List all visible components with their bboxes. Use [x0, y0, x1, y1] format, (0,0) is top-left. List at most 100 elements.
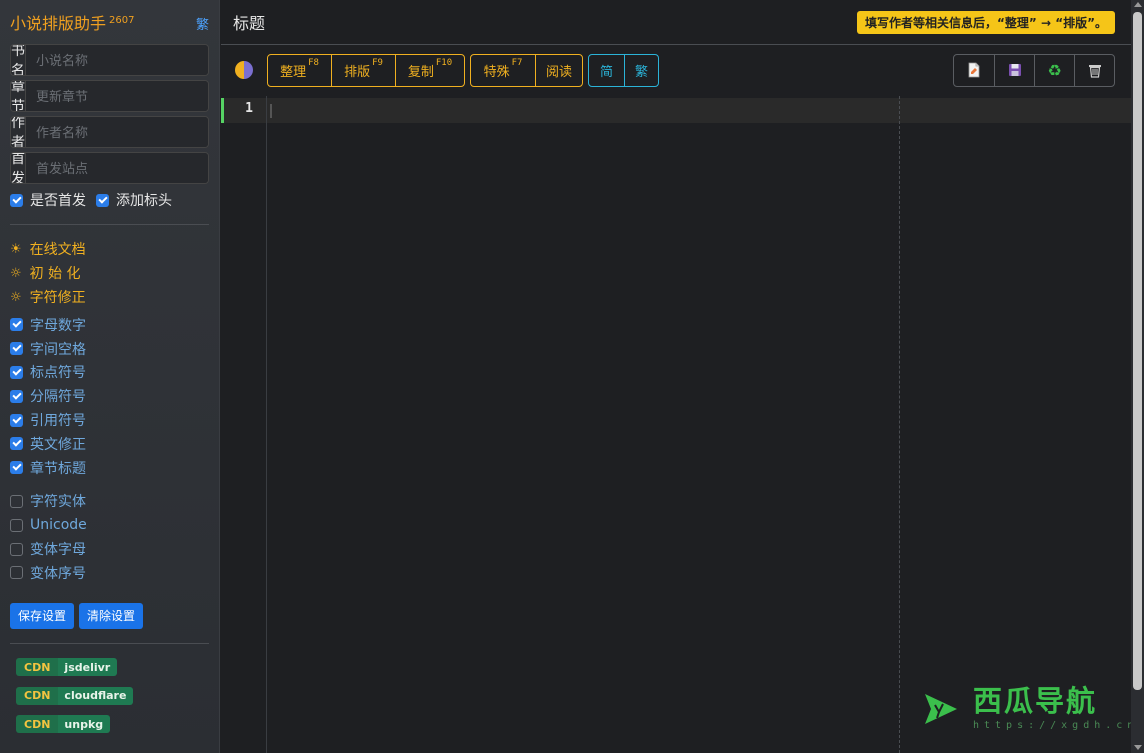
- option-english-fix[interactable]: 英文修正: [10, 432, 209, 456]
- option-checkbox[interactable]: [10, 365, 23, 379]
- copy-button[interactable]: 复制 F10: [395, 54, 464, 86]
- watermark: 西瓜导航 https://xgdh.cn: [921, 686, 1138, 731]
- app-title-row: 小说排版助手 2607 繁: [10, 10, 209, 44]
- author-input[interactable]: [26, 117, 208, 147]
- scroll-down-arrow-icon[interactable]: [1134, 745, 1142, 750]
- option-label: 变体字母: [30, 542, 86, 559]
- scrollbar-thumb[interactable]: [1133, 12, 1142, 690]
- option-spacing[interactable]: 字间空格: [10, 337, 209, 361]
- vertical-scrollbar[interactable]: [1131, 0, 1144, 753]
- add-header-option[interactable]: 添加标头: [96, 188, 172, 212]
- first-publish-option[interactable]: 是否首发: [10, 188, 86, 212]
- cdn-tag: CDN: [16, 658, 59, 677]
- book-name-label: 书名: [11, 44, 26, 76]
- watermark-text: 西瓜导航 https://xgdh.cn: [973, 686, 1138, 731]
- option-quotes[interactable]: 引用符号: [10, 408, 209, 432]
- new-file-icon: [968, 62, 980, 78]
- option-alnum[interactable]: 字母数字: [10, 313, 209, 337]
- option-checkbox[interactable]: [10, 389, 23, 403]
- initialize-label: 初 始 化: [29, 266, 81, 282]
- format-button-group: 整理 F8 排版 F9 复制 F10: [267, 53, 465, 87]
- chapter-input[interactable]: [26, 81, 208, 111]
- option-checkbox[interactable]: [10, 342, 23, 356]
- cdn-jsdelivr-badge[interactable]: CDN jsdelivr: [16, 658, 118, 677]
- special-label: 特殊: [483, 64, 510, 80]
- save-button[interactable]: [994, 54, 1034, 86]
- char-fix-link[interactable]: ☼ 字符修正: [10, 285, 209, 309]
- simplified-button[interactable]: 简: [589, 55, 624, 86]
- cdn-unpkg-badge[interactable]: CDN unpkg: [16, 715, 111, 734]
- delete-button[interactable]: [1074, 54, 1114, 86]
- online-docs-link[interactable]: ☀ 在线文档: [10, 237, 209, 261]
- first-site-input[interactable]: [26, 153, 208, 183]
- line-gutter: [221, 96, 267, 753]
- option-label: 字符实体: [30, 494, 86, 511]
- option-checkbox[interactable]: [10, 437, 23, 451]
- sun-outline-icon: ☼: [10, 265, 22, 281]
- author-label: 作者: [11, 116, 26, 148]
- option-char-entity[interactable]: 字符实体: [10, 490, 209, 514]
- option-variant-letters[interactable]: 变体字母: [10, 537, 209, 561]
- clear-settings-button[interactable]: 清除设置: [79, 602, 144, 629]
- option-checkbox[interactable]: [10, 542, 23, 556]
- first-site-field: 首发: [10, 152, 209, 184]
- read-label: 阅读: [545, 64, 572, 80]
- top-bar: 标题 填写作者等相关信息后，“整理” → “排版”。: [221, 0, 1131, 45]
- option-checkbox[interactable]: [10, 461, 23, 475]
- tidy-button[interactable]: 整理 F8: [268, 55, 331, 86]
- print-margin-ruler: [899, 96, 900, 753]
- recycle-button[interactable]: ♻: [1034, 54, 1074, 86]
- typeset-button[interactable]: 排版 F9: [331, 54, 395, 86]
- save-disk-icon: [1008, 64, 1021, 76]
- checked-options-list: 字母数字 字间空格 标点符号 分隔符号 引用符号 英文修正 章节标题: [10, 313, 209, 480]
- toolbar: 整理 F8 排版 F9 复制 F10 特殊 F7 阅读 简 繁 ♻: [221, 45, 1131, 95]
- active-line-highlight: [221, 98, 1131, 123]
- new-file-button[interactable]: [954, 55, 994, 86]
- sun-outline-icon: ☼: [10, 289, 22, 305]
- app-title-text: 小说排版助手: [10, 14, 107, 33]
- option-checkbox[interactable]: [10, 566, 23, 580]
- initialize-link[interactable]: ☼ 初 始 化: [10, 261, 209, 285]
- option-checkbox[interactable]: [10, 413, 23, 427]
- read-button[interactable]: 阅读: [535, 54, 582, 86]
- special-button[interactable]: 特殊 F7: [471, 55, 535, 86]
- chapter-field: 章节: [10, 80, 209, 112]
- option-unicode[interactable]: Unicode: [10, 513, 209, 537]
- sidebar-divider: [10, 642, 209, 644]
- option-separator[interactable]: 分隔符号: [10, 384, 209, 408]
- script-button-group: 简 繁: [588, 53, 659, 87]
- watermark-logo-icon: [925, 693, 957, 724]
- traditional-button[interactable]: 繁: [624, 54, 658, 86]
- copy-label: 复制: [407, 64, 434, 80]
- theme-toggle-icon[interactable]: [235, 61, 253, 79]
- option-checkbox[interactable]: [10, 518, 23, 532]
- scroll-up-arrow-icon[interactable]: [1134, 2, 1142, 7]
- watermark-title: 西瓜导航: [973, 684, 1098, 718]
- option-checkbox[interactable]: [10, 318, 23, 332]
- text-editor[interactable]: 1 西瓜导航 https://xgdh.cn: [221, 96, 1133, 753]
- char-fix-label: 字符修正: [29, 290, 86, 306]
- special-button-group: 特殊 F7 阅读: [470, 53, 583, 87]
- option-label: 英文修正: [30, 436, 86, 453]
- line-number: 1: [245, 101, 253, 116]
- header-options: 是否首发 添加标头: [10, 188, 209, 212]
- option-variant-ordinals[interactable]: 变体序号: [10, 561, 209, 585]
- typeset-label: 排版: [344, 64, 371, 80]
- option-checkbox[interactable]: [10, 494, 23, 508]
- book-name-input[interactable]: [26, 45, 208, 75]
- option-punctuation[interactable]: 标点符号: [10, 361, 209, 385]
- option-label: 标点符号: [30, 365, 86, 382]
- option-chapter-title[interactable]: 章节标题: [10, 456, 209, 480]
- text-cursor: [270, 104, 272, 118]
- file-tools: ♻: [953, 53, 1115, 87]
- cdn-tag: CDN: [16, 686, 59, 705]
- traditional-label: 繁: [634, 64, 648, 80]
- add-header-checkbox[interactable]: [96, 193, 109, 207]
- traditional-toggle-link[interactable]: 繁: [196, 14, 209, 33]
- app-title: 小说排版助手 2607: [10, 10, 134, 34]
- first-publish-checkbox[interactable]: [10, 193, 23, 207]
- special-shortcut: F7: [511, 58, 523, 68]
- save-settings-button[interactable]: 保存设置: [10, 602, 75, 629]
- sidebar: 小说排版助手2607 繁 书名 章节 作者 首发 是否首发 添加标头 ☀ 在线文…: [0, 0, 220, 753]
- cdn-cloudflare-badge[interactable]: CDN cloudflare: [16, 686, 134, 705]
